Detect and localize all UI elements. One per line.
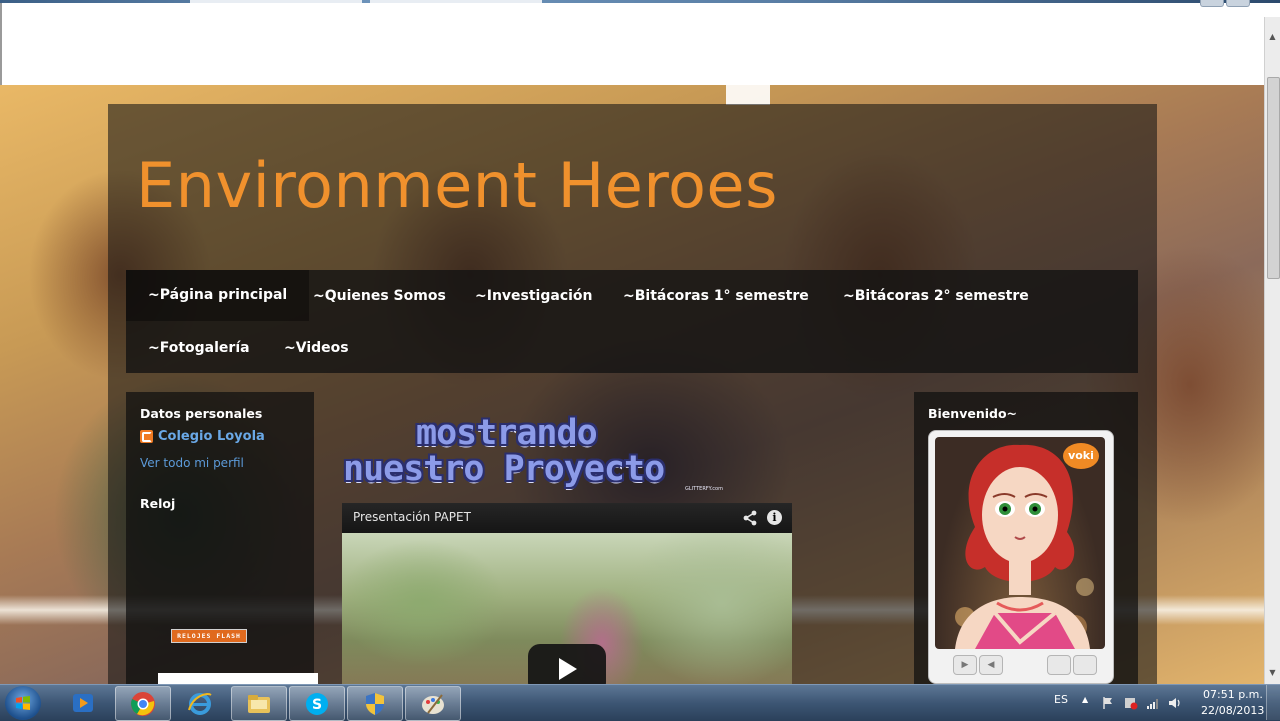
taskbar-skype[interactable]: S [289, 686, 345, 721]
svg-text:S: S [312, 697, 322, 713]
badge-label: RELOJES FLASH [177, 632, 241, 640]
network-signal-icon[interactable] [1146, 696, 1160, 710]
view-profile-link[interactable]: Ver todo mi perfil [140, 456, 244, 470]
banner-line-1: mostrando [416, 413, 598, 453]
voki-volume-button[interactable]: ◀ [979, 655, 1003, 675]
internet-explorer-icon [188, 692, 212, 715]
window-left-edge [0, 3, 2, 85]
tab-pagina-principal[interactable]: ~Página principal [126, 270, 310, 321]
maximize-window-button[interactable] [1226, 0, 1250, 7]
taskbar-media-player[interactable] [56, 686, 110, 719]
scroll-down-arrow-icon[interactable]: ▼ [1267, 667, 1278, 679]
page-scrollbar[interactable]: ▲ ▼ [1264, 17, 1280, 684]
language-indicator[interactable]: ES [1054, 693, 1068, 706]
chrome-icon [131, 691, 155, 716]
taskbar-internet-explorer[interactable] [173, 686, 227, 719]
tab-quienes-somos[interactable]: ~Quienes Somos [313, 287, 446, 305]
browser-top-area [0, 0, 1280, 88]
tab-videos[interactable]: ~Videos [284, 339, 349, 357]
voki-controls: ▶ ◀ [935, 653, 1105, 677]
blog-page: Environment Heroes ~Página principal ~Qu… [0, 85, 1264, 684]
update-alert-icon[interactable] [1124, 696, 1138, 710]
scroll-up-arrow-icon[interactable]: ▲ [1267, 31, 1278, 43]
clock-time[interactable]: 07:51 p.m. [1203, 688, 1263, 701]
background-photo-edge [726, 85, 770, 105]
show-hidden-icons-button[interactable]: ▲ [1082, 695, 1088, 704]
widget-white-box [158, 673, 318, 684]
banner-watermark: GLITTERFY.com [685, 486, 723, 492]
blog-title[interactable]: Environment Heroes [136, 150, 778, 222]
blog-content-outer: Environment Heroes ~Página principal ~Qu… [108, 104, 1157, 684]
video-title[interactable]: Presentación PAPET [353, 510, 471, 524]
paint-palette-icon [422, 693, 444, 714]
embedded-video[interactable]: Presentación PAPET i [342, 503, 792, 684]
tab-fotogaleria[interactable]: ~Fotogalería [148, 339, 250, 357]
banner-line-2: nuestro Proyecto [343, 449, 665, 489]
tab-bitacoras-2-semestre[interactable]: ~Bitácoras 2° semestre [843, 287, 1029, 305]
browser-tab[interactable] [370, 0, 542, 3]
voki-logo[interactable]: voki [1063, 443, 1099, 469]
windows-taskbar: S ES ▲ 07:51 p.m. 22/08/2013 [0, 684, 1280, 721]
left-sidebar: Datos personales Colegio Loyola Ver todo… [126, 392, 318, 684]
profile-name-link[interactable]: Colegio Loyola [158, 429, 265, 444]
share-icon[interactable] [742, 510, 758, 526]
video-title-bar: Presentación PAPET i [342, 503, 792, 533]
page-tabs-nav: ~Página principal ~Quienes Somos ~Invest… [126, 270, 1138, 373]
voki-option-button[interactable] [1073, 655, 1097, 675]
restore-window-button[interactable] [1200, 0, 1224, 7]
shield-icon [366, 692, 384, 715]
glitter-banner: mostrando nuestro Proyecto GLITTERFY.com [343, 414, 723, 492]
taskbar-security-center[interactable] [347, 686, 403, 721]
folder-icon [248, 694, 270, 713]
profile-widget-title: Datos personales [140, 406, 263, 421]
tab-bitacoras-1-semestre[interactable]: ~Bitácoras 1° semestre [623, 287, 809, 305]
info-icon[interactable]: i [767, 510, 782, 525]
windows-logo-icon [16, 696, 30, 710]
blogger-icon [140, 430, 153, 443]
taskbar-paint[interactable] [405, 686, 461, 721]
browser-tab[interactable] [190, 0, 362, 3]
scrollbar-thumb[interactable] [1267, 77, 1280, 279]
voki-option-button[interactable] [1047, 655, 1071, 675]
right-sidebar: Bienvenido~ voki ▶ ◀ [914, 392, 1138, 684]
clock-widget-title: Reloj [140, 496, 176, 511]
tab-investigacion[interactable]: ~Investigación [475, 287, 593, 305]
taskbar-chrome[interactable] [115, 686, 171, 721]
voki-play-button[interactable]: ▶ [953, 655, 977, 675]
skype-icon: S [306, 692, 328, 715]
clock-date[interactable]: 22/08/2013 [1201, 704, 1264, 717]
voki-avatar-screen[interactable]: voki [935, 437, 1105, 649]
taskbar-file-explorer[interactable] [231, 686, 287, 721]
media-player-icon [73, 693, 93, 712]
play-button[interactable] [528, 644, 606, 684]
welcome-widget-title: Bienvenido~ [928, 406, 1018, 421]
voki-avatar-widget[interactable]: voki ▶ ◀ [928, 430, 1114, 684]
relojes-flash-badge[interactable]: RELOJES FLASH [171, 629, 247, 643]
volume-icon[interactable] [1168, 696, 1182, 710]
start-button[interactable] [5, 686, 41, 720]
action-center-flag-icon[interactable] [1101, 696, 1115, 710]
show-desktop-button[interactable] [1266, 685, 1280, 720]
